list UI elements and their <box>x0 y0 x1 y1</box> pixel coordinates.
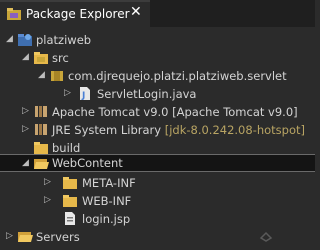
login-jsp-label: login.jsp <box>82 212 131 226</box>
collapsed-arrow-icon[interactable]: ▷ <box>44 195 54 205</box>
tomcat-library-name: Apache Tomcat v9.0 <box>52 105 169 119</box>
open-folder-icon <box>18 232 33 242</box>
tree-item-package[interactable]: ◢ com.djrequejo.platzi.platziweb.servlet <box>0 67 315 85</box>
tomcat-library-label: Apache Tomcat v9.0 [Apache Tomcat v9.0] <box>52 105 298 119</box>
collapsed-arrow-icon[interactable]: ▷ <box>64 88 74 98</box>
jre-library-decoration: [jdk-8.0.242.08-hotspot] <box>164 123 305 137</box>
package-explorer-tree: ◢ platziweb ◢ src ◢ com.djrequejo.platzi… <box>0 27 315 250</box>
project-label: platziweb <box>36 33 92 47</box>
folder-icon <box>34 142 48 154</box>
library-icon <box>35 106 47 117</box>
source-folder-icon <box>34 52 48 64</box>
tree-item-src[interactable]: ◢ src <box>0 49 315 67</box>
expanded-arrow-icon[interactable]: ◢ <box>6 34 16 44</box>
web-project-icon <box>18 34 32 46</box>
tree-item-meta-inf[interactable]: ▷ META-INF <box>0 174 315 192</box>
tree-item-platziweb[interactable]: ◢ platziweb <box>0 31 315 49</box>
expanded-arrow-icon[interactable]: ◢ <box>22 52 32 62</box>
meta-inf-label: META-INF <box>82 176 136 190</box>
webcontent-label: WebContent <box>52 156 123 170</box>
jre-library-name: JRE System Library <box>52 123 162 137</box>
open-folder-icon <box>34 159 49 169</box>
java-file-icon: J <box>80 87 90 101</box>
package-explorer-icon <box>7 8 21 20</box>
tomcat-library-decoration: [Apache Tomcat v9.0] <box>172 105 298 119</box>
collapsed-arrow-icon[interactable]: ▷ <box>22 124 32 134</box>
collapsed-arrow-icon[interactable]: ▷ <box>22 106 32 116</box>
folder-icon <box>63 195 77 207</box>
web-inf-label: WEB-INF <box>82 194 132 208</box>
folder-icon <box>63 177 77 189</box>
tree-item-jre-system-library[interactable]: ▷ JRE System Library [jdk-8.0.242.08-hot… <box>0 121 315 139</box>
link-with-editor-icon[interactable] <box>258 229 274 243</box>
collapsed-arrow-icon[interactable]: ▷ <box>6 231 16 241</box>
tree-item-login-jsp[interactable]: login.jsp <box>0 210 315 228</box>
src-label: src <box>52 51 69 65</box>
package-icon <box>51 71 63 81</box>
tab-package-explorer[interactable]: Package Explorer ✕ <box>0 0 150 27</box>
library-icon <box>35 124 47 135</box>
servlet-file-label: ServletLogin.java <box>97 87 197 101</box>
svg-text:J: J <box>81 91 85 101</box>
close-icon[interactable]: ✕ <box>130 4 142 20</box>
jre-library-label: JRE System Library [jdk-8.0.242.08-hotsp… <box>52 123 305 137</box>
tree-item-servletlogin-java[interactable]: ▷ J ServletLogin.java <box>0 85 315 103</box>
expanded-arrow-icon[interactable]: ◢ <box>22 158 32 168</box>
collapsed-arrow-icon[interactable]: ▷ <box>44 177 54 187</box>
tree-item-webcontent[interactable]: ◢ WebContent <box>0 154 315 172</box>
tab-title: Package Explorer <box>26 7 130 21</box>
tree-item-apache-tomcat[interactable]: ▷ Apache Tomcat v9.0 [Apache Tomcat v9.0… <box>0 103 315 121</box>
jsp-file-icon <box>65 212 75 225</box>
package-label: com.djrequejo.platzi.platziweb.servlet <box>68 69 287 83</box>
build-label: build <box>52 141 81 155</box>
expanded-arrow-icon[interactable]: ◢ <box>38 70 48 80</box>
view-tab-bar: Package Explorer ✕ <box>0 0 315 27</box>
tree-item-web-inf[interactable]: ▷ WEB-INF <box>0 192 315 210</box>
servers-label: Servers <box>36 230 80 244</box>
